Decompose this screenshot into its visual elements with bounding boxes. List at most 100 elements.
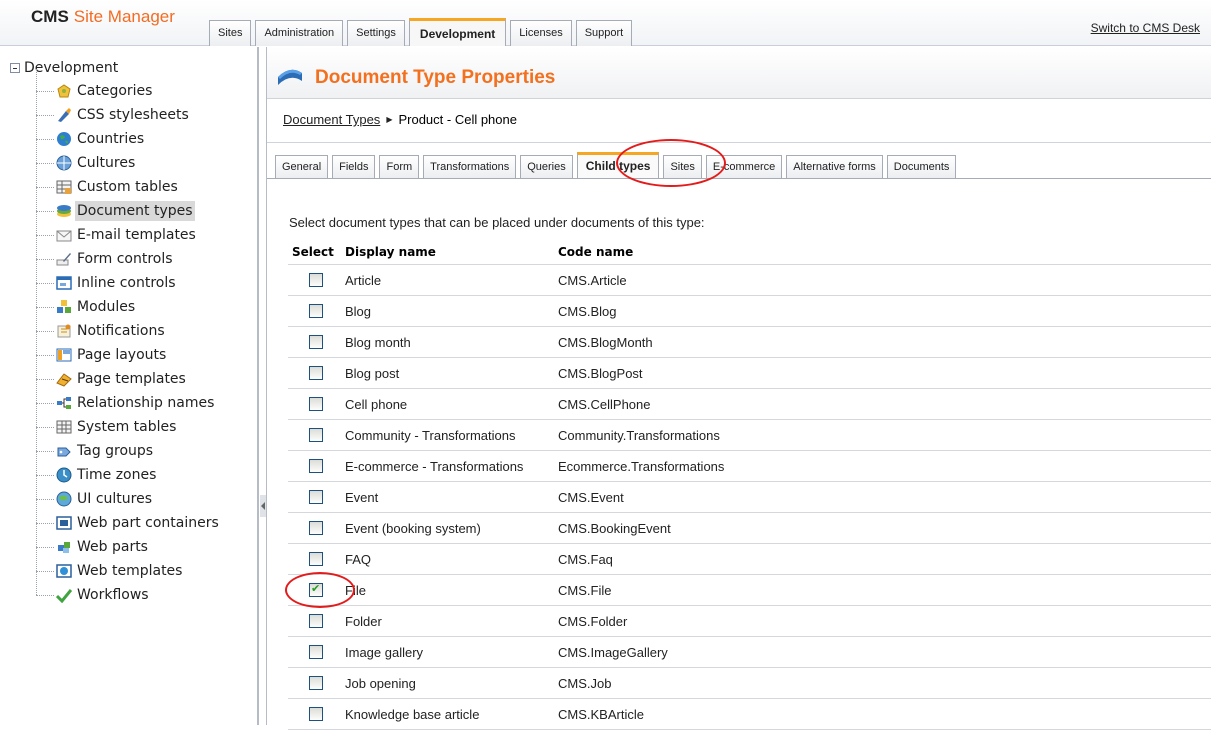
breadcrumb-link-document-types[interactable]: Document Types <box>283 112 380 127</box>
tab-support[interactable]: Support <box>575 20 633 46</box>
main-content: Document Type Properties Document Types … <box>267 47 1211 730</box>
tab-transformations[interactable]: Transformations <box>423 155 517 178</box>
table-row: FAQ CMS.Faq <box>288 544 1211 575</box>
display-name-cell: FAQ <box>345 552 372 567</box>
tree-item-label: Notifications <box>77 323 165 339</box>
code-name-cell: CMS.Event <box>558 490 624 505</box>
tab-administration[interactable]: Administration <box>255 20 344 46</box>
app-logo[interactable]: CMS Site Manager <box>31 7 175 27</box>
select-checkbox[interactable] <box>309 335 323 349</box>
select-checkbox[interactable] <box>309 490 323 504</box>
display-name-cell: Job opening <box>345 676 416 691</box>
tab-fields[interactable]: Fields <box>332 155 376 178</box>
tree-item-custom-tables[interactable]: Custom tables <box>36 176 180 198</box>
tree-item-web-templates[interactable]: Web templates <box>36 560 184 582</box>
switch-to-cms-desk-link[interactable]: Switch to CMS Desk <box>1091 21 1200 35</box>
tab-documents[interactable]: Documents <box>886 155 957 178</box>
tab-licenses[interactable]: Licenses <box>510 20 572 46</box>
tree-item-form-controls[interactable]: Form controls <box>36 248 175 270</box>
code-name-cell: CMS.Job <box>558 676 612 691</box>
tree-item-label: Workflows <box>77 587 149 603</box>
select-checkbox[interactable] <box>309 676 323 690</box>
collapse-arrow-icon[interactable] <box>260 495 266 517</box>
select-checkbox[interactable] <box>309 428 323 442</box>
display-name-cell: Blog post <box>345 366 400 381</box>
column-header-display-name: Display name <box>345 245 436 259</box>
display-name-cell: Blog <box>345 304 372 319</box>
tree-item-label: Custom tables <box>77 179 178 195</box>
tab-sites[interactable]: Sites <box>663 155 702 178</box>
collapse-icon[interactable] <box>10 63 20 73</box>
tree-item-label: Time zones <box>77 467 157 483</box>
display-name-cell: E-commerce - Transformations <box>345 459 524 474</box>
tree-item-web-parts[interactable]: Web parts <box>36 536 150 558</box>
pane-splitter[interactable] <box>258 47 267 725</box>
tree-item-time-zones[interactable]: Time zones <box>36 464 158 486</box>
tree-item-modules[interactable]: Modules <box>36 296 137 318</box>
select-checkbox[interactable] <box>309 552 323 566</box>
instruction-text: Select document types that can be placed… <box>289 215 705 230</box>
table-row: Event CMS.Event <box>288 482 1211 513</box>
select-checkbox[interactable] <box>309 707 323 721</box>
select-checkbox[interactable] <box>309 397 323 411</box>
tree-item-relationship-names[interactable]: Relationship names <box>36 392 216 414</box>
tree-item-workflows[interactable]: Workflows <box>36 584 151 606</box>
tree-item-ui-cultures[interactable]: UI cultures <box>36 488 154 510</box>
tree-item-label: Web part containers <box>77 515 219 531</box>
tab-sites[interactable]: Sites <box>209 20 252 46</box>
tab-general[interactable]: General <box>275 155 329 178</box>
table-row: Image gallery CMS.ImageGallery <box>288 637 1211 668</box>
tree-item-label: CSS stylesheets <box>77 107 189 123</box>
tree-item-web-part-containers[interactable]: Web part containers <box>36 512 221 534</box>
tree-item-label: Modules <box>77 299 136 315</box>
tree-item-inline-controls[interactable]: Inline controls <box>36 272 178 294</box>
tree-item-notifications[interactable]: Notifications <box>36 320 167 342</box>
select-checkbox[interactable] <box>309 366 323 380</box>
sidebar-tree: Development Categories CSS stylesheets C… <box>0 47 258 725</box>
tree-item-page-templates[interactable]: Page templates <box>36 368 188 390</box>
tree-item-tag-groups[interactable]: Tag groups <box>36 440 155 462</box>
tree-item-email-templates[interactable]: E-mail templates <box>36 224 198 246</box>
inline-controls-icon <box>56 276 72 290</box>
tab-e-commerce[interactable]: E-commerce <box>705 155 783 178</box>
tree-item-system-tables[interactable]: System tables <box>36 416 178 438</box>
tab-queries[interactable]: Queries <box>520 155 573 178</box>
tab-development[interactable]: Development <box>408 18 507 46</box>
column-header-code-name: Code name <box>558 245 634 259</box>
select-checkbox[interactable] <box>309 304 323 318</box>
select-checkbox[interactable] <box>309 459 323 473</box>
tab-alternative-forms[interactable]: Alternative forms <box>786 155 883 178</box>
table-row: Blog CMS.Blog <box>288 296 1211 327</box>
tree-item-countries[interactable]: Countries <box>36 128 146 150</box>
tag-groups-icon <box>57 447 71 457</box>
tree-item-categories[interactable]: Categories <box>36 80 154 102</box>
tree-item-page-layouts[interactable]: Page layouts <box>36 344 168 366</box>
workflows-icon <box>56 589 72 603</box>
tab-form[interactable]: Form <box>379 155 420 178</box>
tab-settings[interactable]: Settings <box>347 20 405 46</box>
code-name-cell: CMS.BlogPost <box>558 366 643 381</box>
tree-root[interactable]: Development <box>10 60 118 76</box>
tree-item-document-types[interactable]: Document types <box>36 200 195 222</box>
email-templates-icon <box>56 230 72 242</box>
select-checkbox[interactable] <box>309 645 323 659</box>
css-stylesheets-icon <box>58 108 71 122</box>
display-name-cell: File <box>345 583 366 598</box>
table-row: Event (booking system) CMS.BookingEvent <box>288 513 1211 544</box>
custom-tables-icon <box>56 180 72 194</box>
code-name-cell: CMS.KBArticle <box>558 707 644 722</box>
breadcrumb-bar: Document Types ▶ Product - Cell phone <box>267 100 1211 143</box>
tree-item-cultures[interactable]: Cultures <box>36 152 137 174</box>
child-types-table: Select Display name Code name Article CMS… <box>288 241 1211 730</box>
ui-cultures-icon <box>56 491 72 507</box>
select-checkbox[interactable] <box>309 582 323 597</box>
tree-item-label: E-mail templates <box>77 227 196 243</box>
breadcrumb-arrow-icon: ▶ <box>386 115 393 124</box>
tree-item-label: Web parts <box>77 539 148 555</box>
tab-child-types[interactable]: Child types <box>576 152 660 178</box>
tree-item-css-stylesheets[interactable]: CSS stylesheets <box>36 104 191 126</box>
select-checkbox[interactable] <box>309 273 323 287</box>
select-checkbox[interactable] <box>309 521 323 535</box>
tree-item-label: Categories <box>77 83 153 99</box>
select-checkbox[interactable] <box>309 614 323 628</box>
